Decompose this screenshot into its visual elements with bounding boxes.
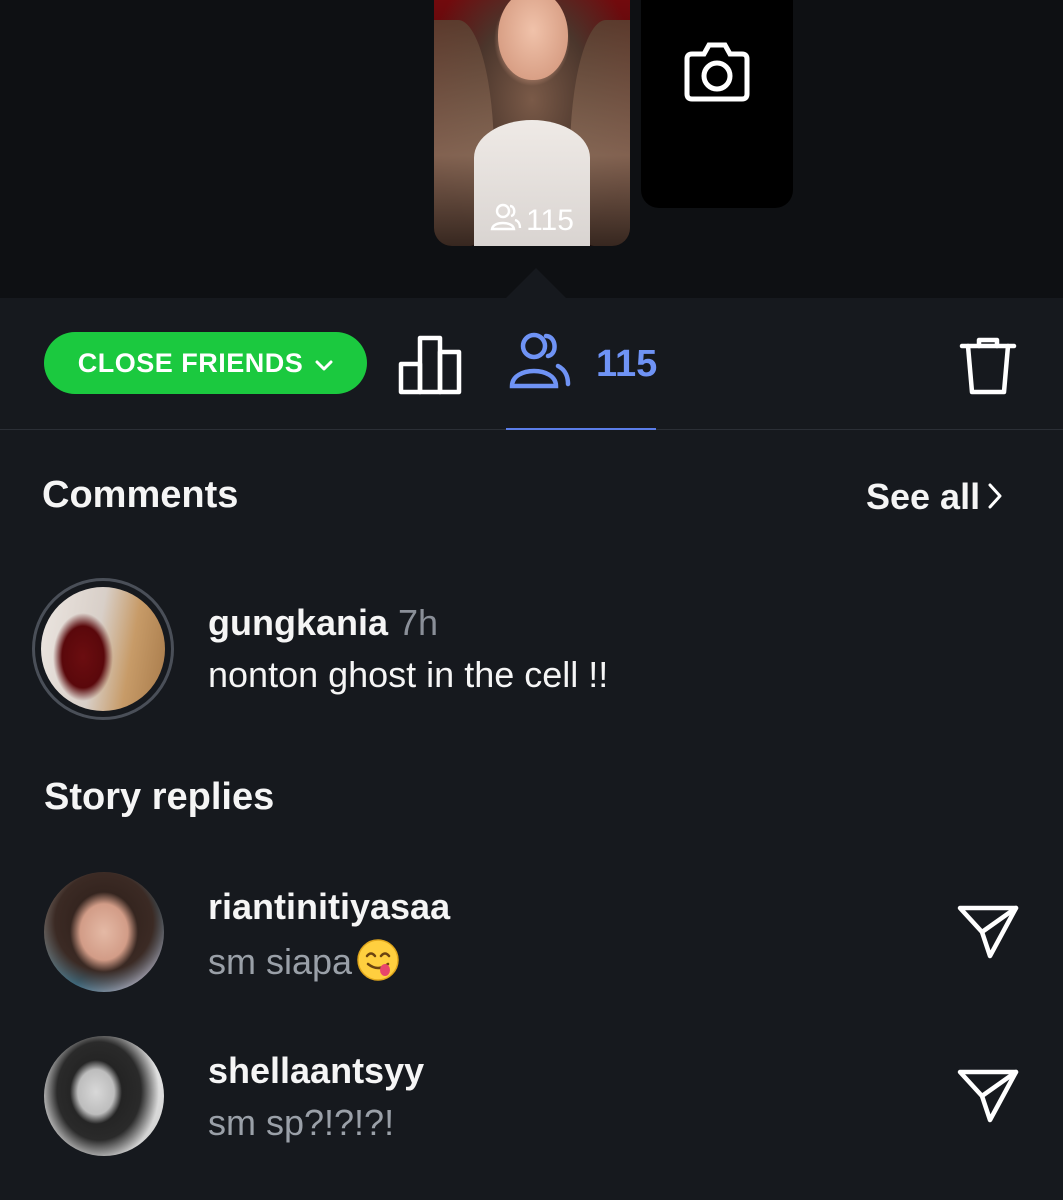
chevron-down-icon [315,348,333,379]
selection-pointer [506,268,566,298]
comments-title: Comments [42,474,239,516]
avatar[interactable] [44,1036,164,1156]
see-all-label: See all [866,476,981,517]
reply-username[interactable]: shellaantsyy [208,1050,424,1092]
send-icon [956,905,1020,964]
viewers-icon [490,202,522,240]
story-viewers-overlay: 115 [434,202,630,240]
bar-chart-icon [398,335,462,400]
story-replies-title: Story replies [44,776,275,818]
reply-text: sm sp?!?!?! [208,1102,395,1143]
avatar-photo [41,587,165,711]
send-icon [956,1069,1020,1128]
comment-username[interactable]: gungkania [208,602,388,643]
comment-username-row: gungkania 7h [208,602,438,644]
story-viewer-count: 115 [526,204,574,237]
viewers-count: 115 [596,343,658,385]
send-reply-button[interactable] [956,1066,1020,1129]
chevron-right-icon [988,476,1002,518]
close-friends-audience-button[interactable]: CLOSE FRIENDS [44,332,367,394]
story-toolbar: CLOSE FRIENDS 115 [0,298,1063,430]
face-savoring-food-emoji [356,938,400,982]
avatar[interactable] [32,578,174,720]
reply-text: sm siapa [208,941,353,982]
delete-button[interactable] [958,336,1018,401]
camera-icon [684,40,750,107]
add-story-camera-tile[interactable] [641,0,793,208]
story-tray: 115 [0,0,1063,298]
comment-timestamp: 7h [398,602,439,643]
viewers-tab[interactable]: 115 [506,328,658,430]
insights-button[interactable] [398,334,462,401]
people-icon [506,328,572,399]
avatar[interactable] [44,872,164,992]
see-all-comments-link[interactable]: See all [866,476,1002,518]
trash-icon [958,337,1018,400]
send-reply-button[interactable] [956,902,1020,965]
reply-text-row: sm siapa [208,938,400,983]
comment-text: nonton ghost in the cell !! [208,654,609,695]
story-photo-face [498,0,568,80]
story-thumbnail[interactable]: 115 [434,0,630,246]
reply-username[interactable]: riantinitiyasaa [208,886,450,928]
audience-label: CLOSE FRIENDS [77,347,304,378]
